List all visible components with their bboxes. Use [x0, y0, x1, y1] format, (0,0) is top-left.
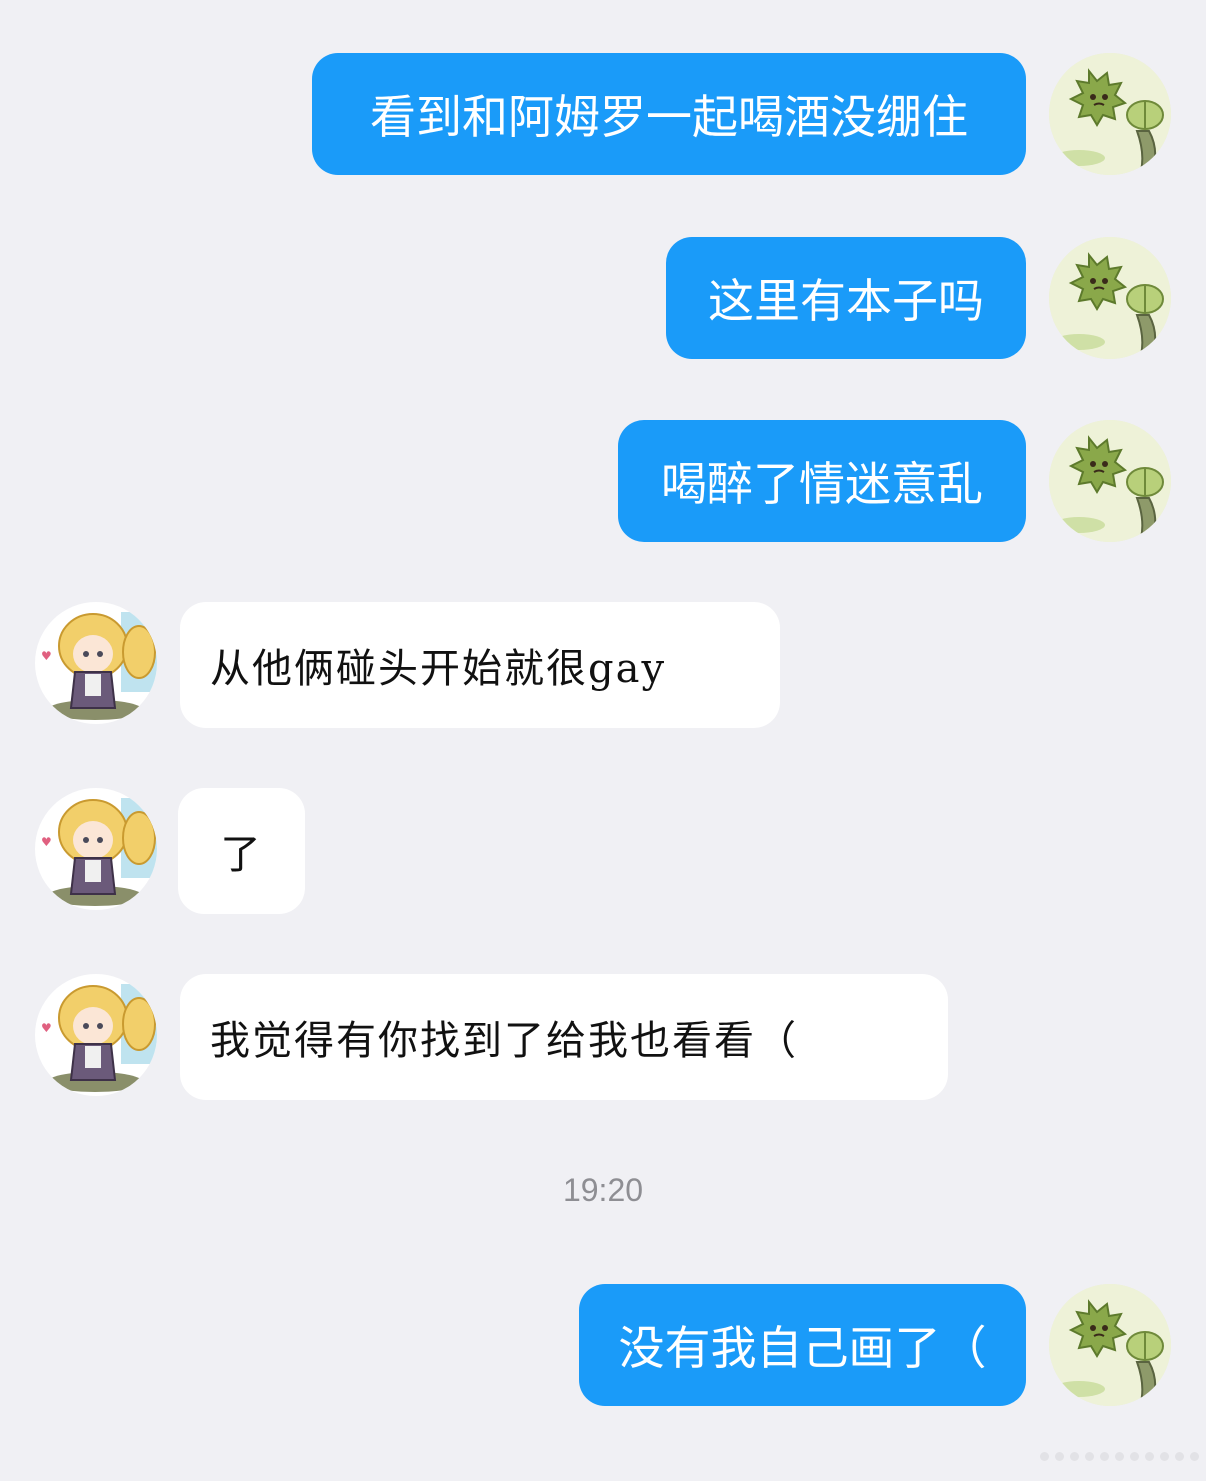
durian-character-icon[interactable]: [1049, 53, 1171, 175]
chat-view: 看到和阿姆罗一起喝酒没绷住 这里有本子吗 喝醉了情迷意乱 从他俩碰头开始就很ga…: [0, 0, 1206, 1481]
durian-character-icon[interactable]: [1049, 237, 1171, 359]
outgoing-message-bubble[interactable]: 没有我自己画了（: [579, 1284, 1026, 1406]
durian-character-icon[interactable]: [1049, 1284, 1171, 1406]
message-text: 看到和阿姆罗一起喝酒没绷住: [370, 90, 968, 144]
anime-blonde-character-icon[interactable]: [35, 974, 157, 1096]
message-text: 这里有本子吗: [708, 274, 984, 328]
incoming-message-bubble[interactable]: 从他俩碰头开始就很gay: [180, 602, 780, 728]
durian-character-icon[interactable]: [1049, 420, 1171, 542]
message-text: 没有我自己画了（: [618, 1321, 987, 1375]
incoming-message-bubble[interactable]: 我觉得有你找到了给我也看看（: [180, 974, 948, 1100]
message-text: 我觉得有你找到了给我也看看（: [210, 1018, 798, 1064]
message-text: 喝醉了情迷意乱: [661, 457, 983, 511]
message-text: 从他俩碰头开始就很gay: [210, 646, 667, 692]
outgoing-message-bubble[interactable]: 这里有本子吗: [666, 237, 1026, 359]
incoming-message-bubble[interactable]: 了: [178, 788, 305, 914]
anime-blonde-character-icon[interactable]: [35, 788, 157, 910]
message-timestamp: 19:20: [562, 1172, 644, 1208]
outgoing-message-bubble[interactable]: 看到和阿姆罗一起喝酒没绷住: [312, 53, 1026, 175]
message-text: 了: [220, 832, 263, 878]
outgoing-message-bubble[interactable]: 喝醉了情迷意乱: [618, 420, 1026, 542]
decorative-dots: [1040, 1452, 1199, 1461]
anime-blonde-character-icon[interactable]: [35, 602, 157, 724]
